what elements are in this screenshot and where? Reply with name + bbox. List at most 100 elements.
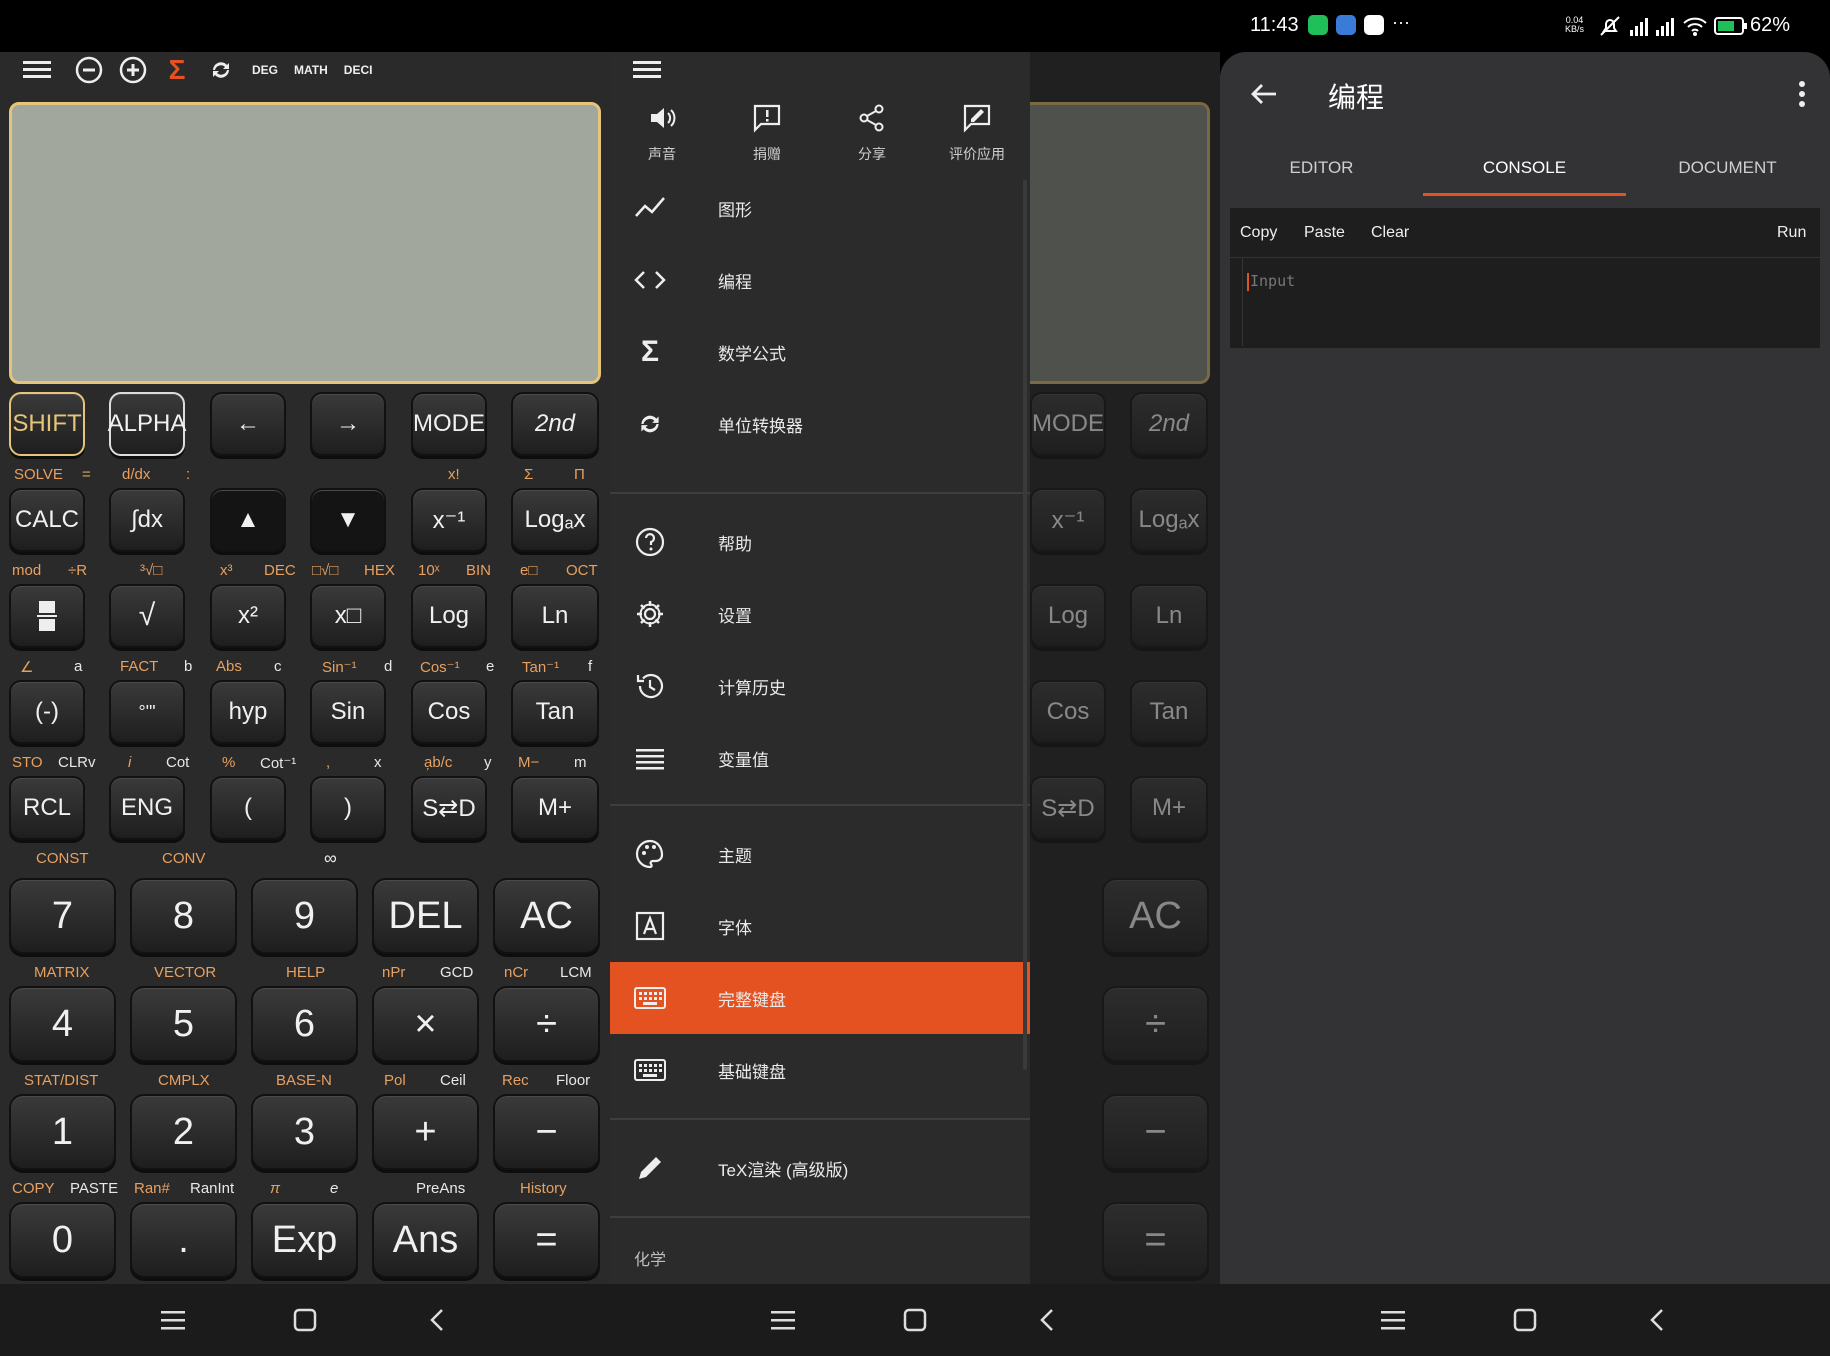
multiply-key[interactable]: × (372, 986, 479, 1062)
log-key[interactable]: Log (411, 584, 487, 648)
back-arrow-icon[interactable] (1248, 78, 1284, 114)
home-icon[interactable] (1507, 1302, 1543, 1338)
menu-icon[interactable] (22, 55, 52, 85)
refresh-icon[interactable] (206, 55, 236, 85)
drawer-action-share[interactable]: 分享 (820, 92, 925, 172)
sigma-icon[interactable]: Σ (162, 54, 192, 85)
digit-9-key[interactable]: 9 (251, 878, 358, 954)
paste-button[interactable]: Paste (1304, 224, 1345, 242)
tab-console[interactable]: CONSOLE (1423, 147, 1626, 197)
divide-key[interactable]: ÷ (493, 986, 600, 1062)
digit-3-key[interactable]: 3 (251, 1094, 358, 1170)
recent-apps-icon[interactable] (765, 1302, 801, 1338)
console-input[interactable]: Input (1242, 258, 1812, 346)
ans-key[interactable]: Ans (372, 1202, 479, 1278)
cmplx-label: CMPLX (158, 1072, 210, 1089)
drawer-item-unit-converter[interactable]: 单位转换器 (610, 388, 1030, 460)
drawer-item-history[interactable]: 计算历史 (610, 650, 1030, 722)
cursor-right-key[interactable]: → (310, 392, 386, 456)
drawer-item-tex[interactable]: TeX渲染 (高级版) (610, 1132, 1030, 1204)
digit-5-key[interactable]: 5 (130, 986, 237, 1062)
all-clear-key[interactable]: AC (493, 878, 600, 954)
deci-mode[interactable]: DECI (344, 63, 373, 77)
square-key[interactable]: x² (210, 584, 286, 648)
digit-6-key[interactable]: 6 (251, 986, 358, 1062)
eng-key[interactable]: ENG (109, 776, 185, 840)
reciprocal-key[interactable]: x⁻¹ (411, 488, 487, 552)
rcl-key[interactable]: RCL (9, 776, 85, 840)
integral-key[interactable]: ∫dx (109, 488, 185, 552)
ln-key[interactable]: Ln (511, 584, 599, 648)
cursor-down-key[interactable]: ▼ (310, 488, 386, 552)
drawer-item-settings[interactable]: 设置 (610, 578, 1030, 650)
minus-key[interactable]: − (493, 1094, 600, 1170)
fraction-key[interactable] (9, 584, 85, 648)
digit-1-key[interactable]: 1 (9, 1094, 116, 1170)
more-options-icon[interactable] (1790, 78, 1814, 114)
clear-button[interactable]: Clear (1371, 224, 1409, 242)
delete-key[interactable]: DEL (372, 878, 479, 954)
drawer-item-basic-keyboard[interactable]: 基础键盘 (610, 1034, 1030, 1106)
dms-key[interactable]: °'" (109, 680, 185, 744)
drawer-scrollbar[interactable] (1023, 180, 1027, 1070)
cos-key[interactable]: Cos (411, 680, 487, 744)
drawer-item-help[interactable]: 帮助 (610, 506, 1030, 578)
donate-label: 捐赠 (753, 146, 781, 162)
drawer-item-full-keyboard[interactable]: 完整键盘 (610, 962, 1030, 1034)
tab-document[interactable]: DOCUMENT (1626, 147, 1829, 197)
run-button[interactable]: Run (1777, 224, 1806, 242)
tan-key[interactable]: Tan (511, 680, 599, 744)
drawer-item-variables[interactable]: 变量值 (610, 722, 1030, 794)
back-icon[interactable] (419, 1302, 455, 1338)
home-icon[interactable] (897, 1302, 933, 1338)
left-paren-key[interactable]: ( (210, 776, 286, 840)
copy-button[interactable]: Copy (1240, 224, 1277, 242)
menu-icon[interactable] (632, 55, 662, 85)
calc-display[interactable] (9, 102, 601, 384)
sin-key[interactable]: Sin (310, 680, 386, 744)
second-function-key[interactable]: 2nd (511, 392, 599, 456)
alpha-key[interactable]: ALPHA (108, 392, 186, 456)
shift-key[interactable]: SHIFT (9, 392, 85, 456)
back-icon[interactable] (1639, 1302, 1675, 1338)
deg-mode[interactable]: DEG (252, 63, 278, 77)
digit-4-key[interactable]: 4 (9, 986, 116, 1062)
tab-editor[interactable]: EDITOR (1220, 147, 1423, 197)
memory-plus-key[interactable]: M+ (511, 776, 599, 840)
cursor-left-key[interactable]: ← (210, 392, 286, 456)
recent-apps-icon[interactable] (1375, 1302, 1411, 1338)
decimal-key[interactable]: . (130, 1202, 237, 1278)
drawer-item-formulas[interactable]: Σ 数学公式 (610, 316, 1030, 388)
home-icon[interactable] (287, 1302, 323, 1338)
drawer-action-rate[interactable]: 评价应用 (925, 92, 1030, 172)
drawer-action-sound[interactable]: 声音 (610, 92, 715, 172)
cursor-up-key[interactable]: ▲ (210, 488, 286, 552)
plus-circle-icon[interactable] (118, 55, 148, 85)
digit-8-key[interactable]: 8 (130, 878, 237, 954)
negate-key[interactable]: (-) (9, 680, 85, 744)
s-to-d-key[interactable]: S⇄D (411, 776, 487, 840)
drawer-item-font[interactable]: 字体 (610, 890, 1030, 962)
exp-key[interactable]: Exp (251, 1202, 358, 1278)
math-mode[interactable]: MATH (294, 63, 328, 77)
hyp-key[interactable]: hyp (210, 680, 286, 744)
equals-key[interactable]: = (493, 1202, 600, 1278)
logax-key[interactable]: Logₐx (511, 488, 599, 552)
calc-key[interactable]: CALC (9, 488, 85, 552)
power-key[interactable]: x□ (310, 584, 386, 648)
back-icon[interactable] (1029, 1302, 1065, 1338)
drawer-item-theme[interactable]: 主题 (610, 818, 1030, 890)
drawer-item-graph[interactable]: 图形 (610, 172, 1030, 244)
digit-7-key[interactable]: 7 (9, 878, 116, 954)
sqrt-key[interactable]: √ (109, 584, 185, 648)
plus-key[interactable]: + (372, 1094, 479, 1170)
digit-0-key[interactable]: 0 (9, 1202, 116, 1278)
drawer-item-programming[interactable]: 编程 (610, 244, 1030, 316)
drawer-action-donate[interactable]: 捐赠 (715, 92, 820, 172)
digit-2-key[interactable]: 2 (130, 1094, 237, 1170)
right-paren-key[interactable]: ) (310, 776, 386, 840)
minus-circle-icon[interactable] (74, 55, 104, 85)
calculator-panel: Σ DEG MATH DECI SHIFT ALPHA ← → MODE 2nd… (0, 52, 610, 1284)
recent-apps-icon[interactable] (155, 1302, 191, 1338)
mode-key[interactable]: MODE (411, 392, 487, 456)
